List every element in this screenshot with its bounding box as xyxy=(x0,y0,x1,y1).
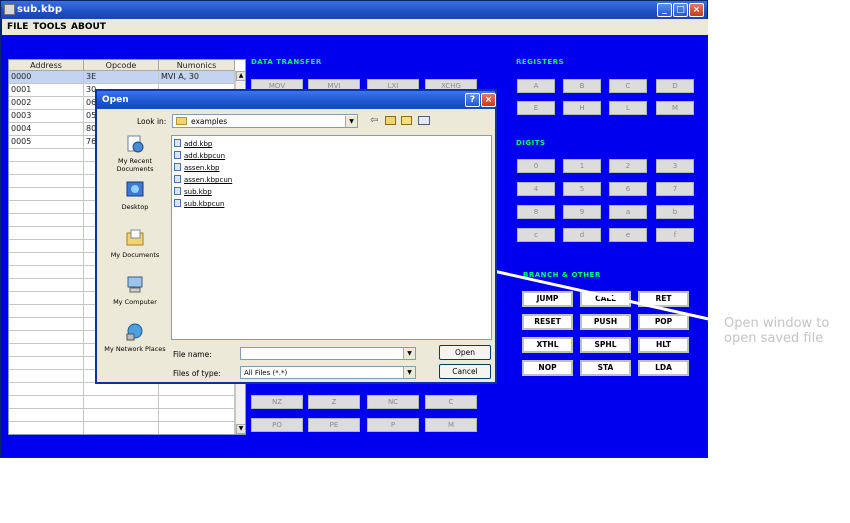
place-recent-documents[interactable]: My Recent Documents xyxy=(101,135,169,179)
dialog-title: Open xyxy=(102,95,129,105)
my-computer-icon xyxy=(127,276,143,293)
file-type-select[interactable]: All Files (*.*) ▼ xyxy=(240,366,416,379)
file-icon xyxy=(174,163,181,171)
file-item[interactable]: add.kbp xyxy=(174,139,212,150)
place-desktop[interactable]: Desktop xyxy=(101,181,169,225)
file-item[interactable]: sub.kbpcun xyxy=(174,199,224,210)
look-in-value: examples xyxy=(191,117,228,126)
places-bar: My Recent Documents Desktop My Documents… xyxy=(101,135,169,370)
file-item[interactable]: assen.kbp xyxy=(174,163,220,174)
back-icon[interactable]: ⇦ xyxy=(370,115,378,126)
file-name-label: File name: xyxy=(173,350,212,359)
file-icon xyxy=(174,187,181,195)
place-my-computer[interactable]: My Computer xyxy=(101,276,169,320)
file-name-input[interactable]: ▼ xyxy=(240,347,416,360)
new-folder-icon[interactable] xyxy=(401,116,412,125)
place-network-places[interactable]: My Network Places xyxy=(101,323,169,367)
help-icon[interactable]: ? xyxy=(465,93,480,107)
file-icon xyxy=(174,151,181,159)
file-name-dropdown-icon[interactable]: ▼ xyxy=(403,348,415,359)
look-in-label: Look in: xyxy=(137,117,167,126)
file-icon xyxy=(174,139,181,147)
file-type-label: Files of type: xyxy=(173,369,221,378)
place-my-documents[interactable]: My Documents xyxy=(101,229,169,273)
my-documents-icon xyxy=(126,229,144,246)
file-item[interactable]: sub.kbp xyxy=(174,187,212,198)
recent-documents-icon xyxy=(127,135,144,153)
open-dialog: Open ? × Look in: examples ▼ ⇦ My Recent… xyxy=(95,89,497,384)
callout-line-stroke xyxy=(479,266,723,324)
file-type-value: All Files (*.*) xyxy=(244,369,288,377)
cancel-button[interactable]: Cancel xyxy=(439,364,491,379)
file-type-dropdown-icon[interactable]: ▼ xyxy=(403,367,415,378)
desktop-icon xyxy=(126,181,144,197)
file-item[interactable]: add.kbpcun xyxy=(174,151,225,162)
file-icon xyxy=(174,199,181,207)
open-button[interactable]: Open xyxy=(439,345,491,360)
callout-text: Open window to open saved file xyxy=(724,316,830,346)
file-list: add.kbp add.kbpcun assen.kbp assen.kbpcu… xyxy=(171,135,492,340)
file-icon xyxy=(174,175,181,183)
folder-icon xyxy=(176,117,187,125)
dialog-title-bar[interactable]: Open ? × xyxy=(97,91,496,109)
dialog-close-icon[interactable]: × xyxy=(481,93,496,107)
look-in-dropdown-icon[interactable]: ▼ xyxy=(345,116,357,127)
network-places-icon xyxy=(126,323,143,341)
view-menu-icon[interactable] xyxy=(418,116,430,125)
up-folder-icon[interactable] xyxy=(385,116,396,125)
file-item[interactable]: assen.kbpcun xyxy=(174,175,232,186)
look-in-select[interactable]: examples ▼ xyxy=(172,114,358,128)
